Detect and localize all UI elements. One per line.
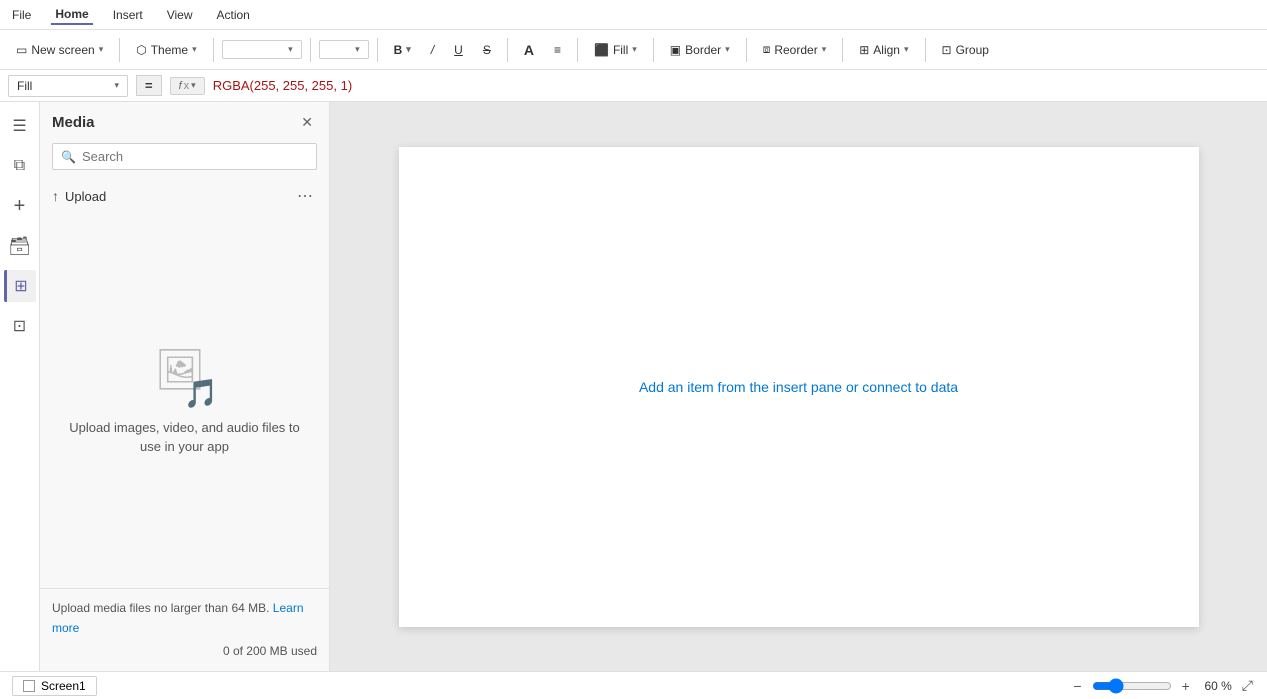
separator-4 xyxy=(377,38,378,62)
empty-text: Upload images, video, and audio files to… xyxy=(60,418,309,457)
empty-state: 🖼 🎵 Upload images, video, and audio file… xyxy=(40,214,329,588)
panel-footer: Upload media files no larger than 64 MB.… xyxy=(40,588,329,671)
italic-button[interactable]: / xyxy=(423,39,442,61)
separator-1 xyxy=(119,38,120,62)
zoom-level: 60 % xyxy=(1200,679,1232,693)
search-input[interactable] xyxy=(82,149,308,164)
layers-icon[interactable]: ⧉ xyxy=(4,150,36,182)
canvas-frame: Add an item from the insert pane or conn… xyxy=(399,147,1199,627)
align-pos-icon: ⊞ xyxy=(859,43,869,57)
text-color-icon: A xyxy=(524,42,534,58)
equals-button[interactable]: = xyxy=(136,75,162,96)
reorder-button[interactable]: ⧈ Reorder ▾ xyxy=(755,38,835,61)
icon-sidebar: ☰ ⧉ + 🗃 ⊞ ⊡ xyxy=(0,102,40,671)
align-pos-button[interactable]: ⊞ Align ▾ xyxy=(851,39,916,61)
media-panel: Media ✕ 🔍 ↑ Upload ⋯ 🖼 🎵 Upload images, … xyxy=(40,102,330,671)
zoom-slider[interactable] xyxy=(1092,678,1172,694)
group-button[interactable]: ⊡ Group xyxy=(934,39,997,61)
menu-bar: File Home Insert View Action xyxy=(0,0,1267,30)
upload-icon: ↑ xyxy=(52,188,59,204)
formula-bar: Fill ▾ = f x ▾ xyxy=(0,70,1267,102)
chevron-down-icon: ▾ xyxy=(99,44,104,55)
fill-icon: ⬛ xyxy=(594,43,609,57)
chevron-down-icon-4: ▾ xyxy=(355,44,360,55)
screen-icon: ▭ xyxy=(16,43,27,57)
main-layout: ☰ ⧉ + 🗃 ⊞ ⊡ Media ✕ 🔍 ↑ Upload ⋯ 🖼 🎵 xyxy=(0,102,1267,671)
search-icon: 🔍 xyxy=(61,150,76,164)
font-size-dropdown[interactable]: ▾ xyxy=(319,40,369,59)
chevron-down-icon-7: ▾ xyxy=(725,44,730,55)
upload-button[interactable]: ↑ Upload xyxy=(52,188,106,204)
new-screen-button[interactable]: ▭ New screen ▾ xyxy=(8,39,111,61)
fullscreen-button[interactable]: ⤢ xyxy=(1240,675,1255,696)
close-button[interactable]: ✕ xyxy=(297,112,317,133)
align-button[interactable]: ≡ xyxy=(546,39,569,61)
strikethrough-button[interactable]: S xyxy=(475,39,499,61)
media-icon[interactable]: ⊞ xyxy=(4,270,36,302)
separator-10 xyxy=(925,38,926,62)
underline-button[interactable]: U xyxy=(446,39,471,61)
theme-button[interactable]: ⬡ Theme ▾ xyxy=(128,39,204,61)
chevron-down-icon-5: ▾ xyxy=(406,44,411,55)
separator-2 xyxy=(213,38,214,62)
chevron-down-icon-3: ▾ xyxy=(288,44,293,55)
border-icon: ▣ xyxy=(670,43,681,57)
footer-text: Upload media files no larger than 64 MB. xyxy=(52,601,269,615)
hamburger-icon[interactable]: ☰ xyxy=(4,110,36,142)
canvas-area: Add an item from the insert pane or conn… xyxy=(330,102,1267,671)
menu-file[interactable]: File xyxy=(8,6,35,24)
bold-button[interactable]: B ▾ xyxy=(386,39,419,61)
separator-8 xyxy=(746,38,747,62)
screen-checkbox[interactable] xyxy=(23,680,35,692)
formula-input[interactable] xyxy=(213,78,1259,93)
separator-6 xyxy=(577,38,578,62)
connect-to-data-link[interactable]: connect to data xyxy=(862,379,958,395)
menu-action[interactable]: Action xyxy=(213,6,254,24)
fx-button[interactable]: f x ▾ xyxy=(170,77,205,95)
zoom-out-button[interactable]: − xyxy=(1071,676,1083,696)
data-icon[interactable]: 🗃 xyxy=(4,230,36,262)
canvas-hint: Add an item from the insert pane or conn… xyxy=(639,379,958,395)
music-icon: 🎵 xyxy=(184,377,219,410)
screen-tab[interactable]: Screen1 xyxy=(12,676,97,696)
fill-selector[interactable]: Fill ▾ xyxy=(8,75,128,97)
chevron-down-icon-11: ▾ xyxy=(191,80,196,91)
chevron-down-icon-6: ▾ xyxy=(632,44,637,55)
chevron-down-icon-2: ▾ xyxy=(192,44,197,55)
menu-home[interactable]: Home xyxy=(51,5,92,25)
group-icon: ⊡ xyxy=(942,43,952,57)
border-button[interactable]: ▣ Border ▾ xyxy=(662,39,738,61)
text-color-button[interactable]: A xyxy=(516,38,542,62)
theme-icon: ⬡ xyxy=(136,43,146,57)
panel-header: Media ✕ xyxy=(40,102,329,143)
separator-5 xyxy=(507,38,508,62)
zoom-controls: − + 60 % ⤢ xyxy=(1071,675,1255,696)
components-icon[interactable]: ⊡ xyxy=(4,310,36,342)
font-dropdown[interactable]: ▾ xyxy=(222,40,302,59)
separator-3 xyxy=(310,38,311,62)
fx-icon: f xyxy=(179,80,182,92)
add-icon[interactable]: + xyxy=(4,190,36,222)
menu-insert[interactable]: Insert xyxy=(109,6,147,24)
chevron-down-icon-8: ▾ xyxy=(822,44,827,55)
more-button[interactable]: ⋯ xyxy=(293,184,317,208)
align-icon: ≡ xyxy=(554,43,561,57)
search-box: 🔍 xyxy=(52,143,317,170)
reorder-icon: ⧈ xyxy=(763,42,771,57)
chevron-down-icon-10: ▾ xyxy=(114,80,119,91)
status-bar: Screen1 − + 60 % ⤢ xyxy=(0,671,1267,699)
toolbar: ▭ New screen ▾ ⬡ Theme ▾ ▾ ▾ B ▾ / U S A… xyxy=(0,30,1267,70)
separator-9 xyxy=(842,38,843,62)
fill-button[interactable]: ⬛ Fill ▾ xyxy=(586,39,645,61)
upload-row: ↑ Upload ⋯ xyxy=(40,178,329,214)
media-combined-icon: 🖼 🎵 xyxy=(155,346,215,406)
panel-title: Media xyxy=(52,114,95,131)
footer-usage: 0 of 200 MB used xyxy=(52,642,317,661)
chevron-down-icon-9: ▾ xyxy=(904,44,909,55)
zoom-in-button[interactable]: + xyxy=(1180,676,1192,696)
menu-view[interactable]: View xyxy=(163,6,197,24)
separator-7 xyxy=(653,38,654,62)
